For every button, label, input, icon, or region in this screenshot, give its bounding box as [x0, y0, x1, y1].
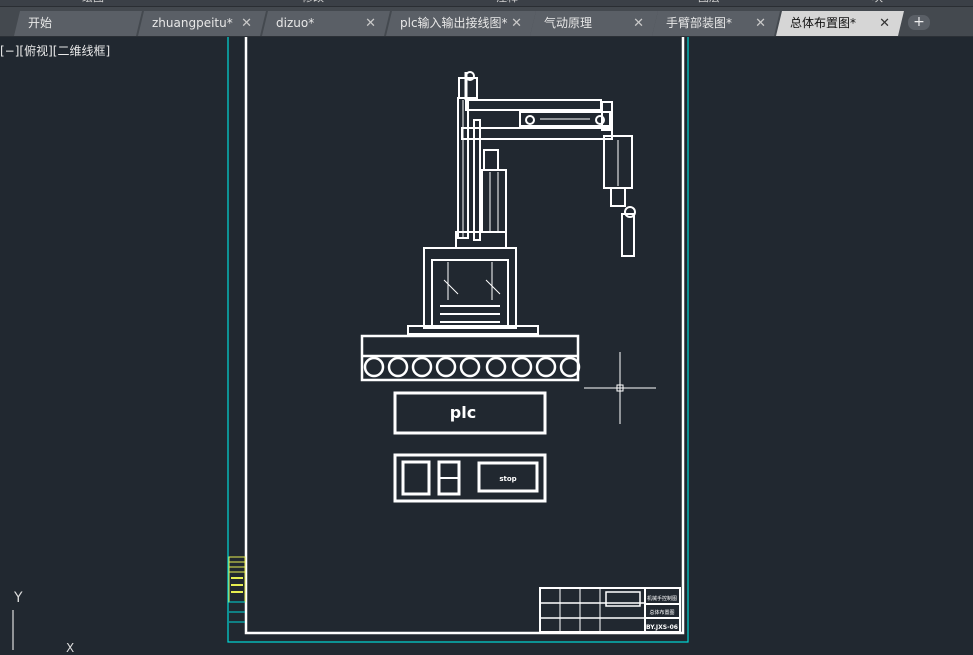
robot-horizontal-arm — [461, 99, 613, 140]
tab-label: zhuangpeitu* — [152, 16, 233, 30]
ribbon-annotation-panel[interactable]: 注释 — [496, 0, 518, 5]
ribbon-layers-panel[interactable]: 图层 — [698, 0, 720, 5]
close-icon[interactable]: ✕ — [511, 11, 522, 36]
title-block-drawing-title: 总体布置图 — [649, 609, 674, 616]
tab-zhuangpeitu[interactable]: zhuangpeitu* ✕ — [138, 11, 266, 36]
ribbon-draw-panel[interactable]: 绘图 — [82, 0, 104, 5]
close-icon[interactable]: ✕ — [755, 11, 766, 36]
ribbon-block-panel[interactable]: 块 — [872, 0, 883, 5]
tab-arm-assembly[interactable]: 手臂部装图* ✕ — [652, 11, 780, 36]
tab-label: dizuo* — [276, 16, 315, 30]
tab-label: 手臂部装图* — [666, 16, 733, 30]
tab-pneumatic-principle[interactable]: 气动原理 ✕ — [530, 11, 658, 36]
drawing-canvas[interactable]: plc stop 机械手控制图 总体布置图 BY.JXS-06 — [0, 37, 973, 650]
base-rail — [360, 334, 581, 382]
title-block-name: 机械手控制图 — [647, 595, 677, 602]
close-icon[interactable]: ✕ — [365, 11, 376, 36]
plc-label: plc — [450, 403, 476, 422]
stop-button-label: stop — [499, 475, 516, 483]
tab-dizuo[interactable]: dizuo* ✕ — [262, 11, 390, 36]
title-block-drawing-number: BY.JXS-06 — [646, 624, 678, 631]
ucs-y-label: Y — [14, 590, 23, 606]
tab-plc-wiring[interactable]: plc输入输出接线图* ✕ — [386, 11, 536, 36]
tab-label: 总体布置图* — [790, 16, 857, 30]
tab-label: 气动原理 — [544, 16, 593, 30]
file-tab-bar: 开始 zhuangpeitu* ✕ dizuo* ✕ plc输入输出接线图* ✕… — [0, 7, 973, 37]
close-icon[interactable]: ✕ — [879, 11, 890, 36]
robot-base-body — [407, 247, 539, 335]
close-icon[interactable]: ✕ — [241, 11, 252, 36]
tab-general-layout[interactable]: 总体布置图* ✕ — [776, 11, 904, 36]
ribbon-panel-strip: 绘图 修改 注释 图层 块 — [0, 0, 973, 7]
binding-strip — [228, 556, 246, 623]
control-panel — [393, 453, 547, 503]
new-tab-button[interactable]: + — [908, 15, 930, 30]
ucs-x-label: X — [66, 641, 75, 655]
tab-label: plc输入输出接线图* — [400, 16, 508, 30]
ribbon-modify-panel[interactable]: 修改 — [302, 0, 324, 5]
tab-start[interactable]: 开始 — [14, 11, 142, 36]
robot-column — [455, 71, 507, 249]
crosshair-cursor — [584, 352, 656, 424]
close-icon[interactable]: ✕ — [633, 11, 644, 36]
tab-label: 开始 — [28, 16, 53, 30]
